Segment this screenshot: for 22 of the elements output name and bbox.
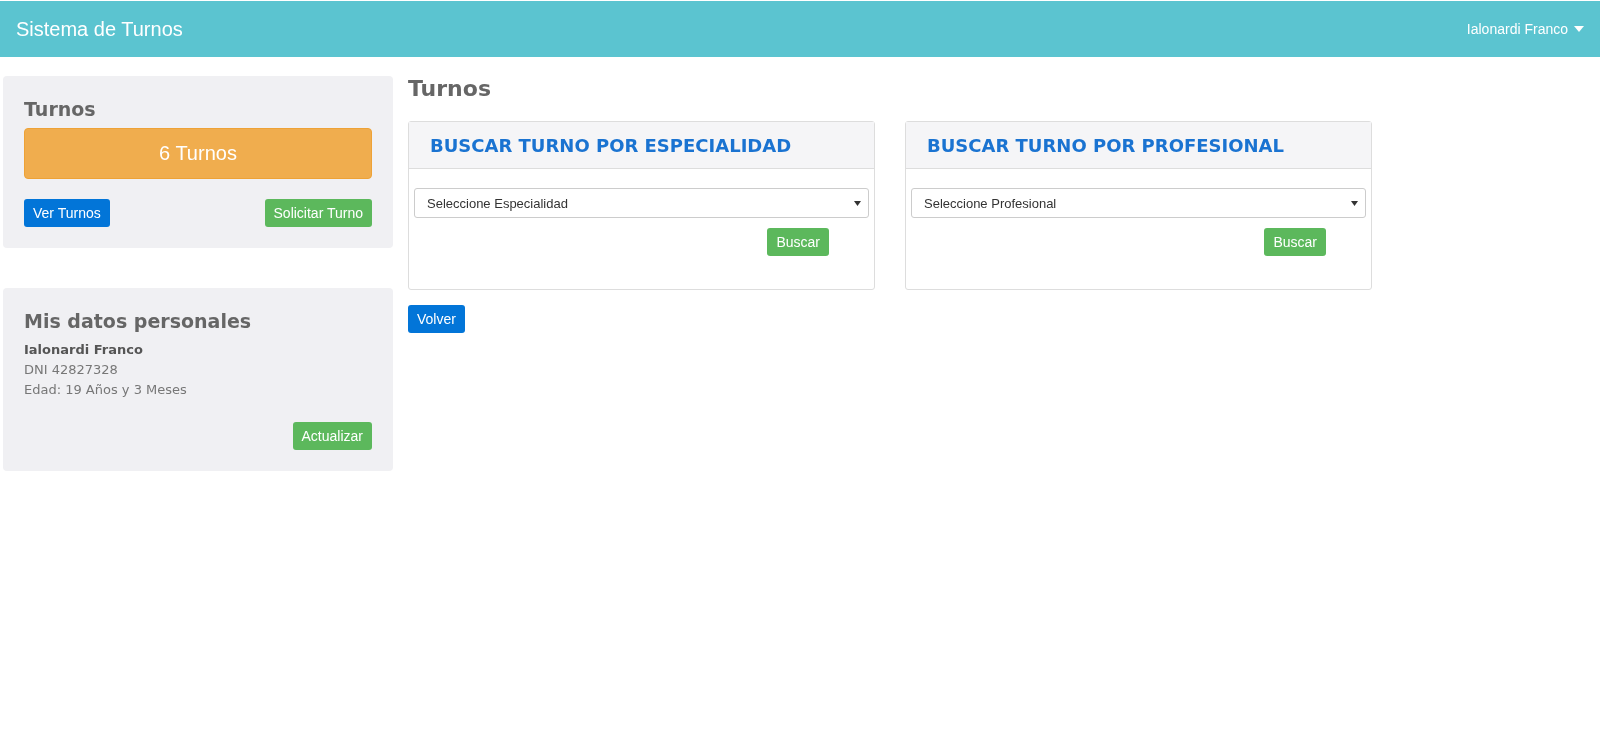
dropdown-arrow-icon: [1351, 200, 1358, 206]
turnos-count: 6 Turnos: [24, 128, 372, 179]
user-menu[interactable]: Ialonardi Franco: [1466, 21, 1584, 37]
panel-title: Mis datos personales: [24, 310, 253, 332]
caret-icon: [1574, 26, 1584, 32]
page-title: Turnos: [408, 76, 492, 101]
search-button[interactable]: Buscar: [767, 228, 829, 256]
person-name: Ialonardi Franco: [24, 341, 144, 359]
view-turnos-button[interactable]: Ver Turnos: [24, 199, 110, 227]
select-field[interactable]: Seleccione Profesional: [911, 188, 1366, 218]
back-button[interactable]: Volver: [408, 305, 465, 333]
dropdown-arrow-icon: [854, 200, 861, 206]
dni-text: DNI 42827328: [24, 361, 119, 379]
panel-title: Turnos: [24, 98, 97, 120]
select-field[interactable]: Seleccione Especialidad: [414, 188, 869, 218]
search-button[interactable]: Buscar: [1264, 228, 1326, 256]
request-turno-button[interactable]: Solicitar Turno: [264, 199, 372, 227]
brand-title[interactable]: Sistema de Turnos: [16, 17, 183, 41]
age-text: Edad: 19 Años y 3 Meses: [24, 381, 188, 399]
update-button[interactable]: Actualizar: [292, 422, 372, 450]
card-title: BUSCAR TURNO POR ESPECIALIDAD: [409, 122, 874, 169]
card-title: BUSCAR TURNO POR PROFESIONAL: [906, 122, 1371, 169]
